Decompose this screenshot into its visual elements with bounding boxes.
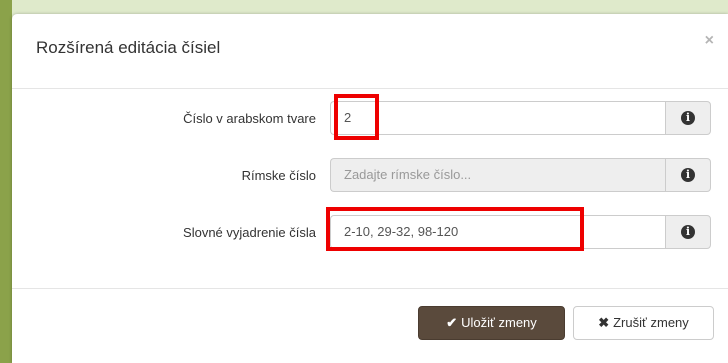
save-changes-label: Uložiť zmeny bbox=[461, 315, 537, 330]
highlight-box-arabic bbox=[334, 94, 379, 140]
word-expression-info-button[interactable]: i bbox=[665, 215, 711, 249]
arabic-number-info-button[interactable]: i bbox=[665, 101, 711, 135]
roman-number-label: Rímske číslo bbox=[241, 168, 316, 183]
window-frame-border bbox=[0, 0, 12, 363]
cross-icon: ✖ bbox=[598, 315, 610, 330]
info-icon: i bbox=[681, 111, 695, 125]
info-icon: i bbox=[681, 225, 695, 239]
page-background bbox=[12, 0, 728, 14]
cancel-changes-button[interactable]: ✖ Zrušiť zmeny bbox=[573, 306, 714, 340]
modal-footer-divider bbox=[12, 288, 728, 289]
form-row-roman-number: Rímske číslo Zadajte rímske číslo... i bbox=[12, 158, 728, 194]
info-icon: i bbox=[681, 168, 695, 182]
cancel-changes-label: Zrušiť zmeny bbox=[613, 315, 689, 330]
save-changes-button[interactable]: ✔ Uložiť zmeny bbox=[418, 306, 565, 340]
close-icon[interactable]: × bbox=[705, 32, 714, 50]
roman-number-input[interactable]: Zadajte rímske číslo... bbox=[330, 158, 665, 192]
arabic-number-label: Číslo v arabskom tvare bbox=[183, 111, 316, 126]
modal-title: Rozšírená editácia čísiel bbox=[36, 38, 221, 57]
arabic-number-input[interactable]: 2 bbox=[330, 101, 665, 135]
highlight-box-word-expression bbox=[326, 207, 584, 251]
roman-number-info-button[interactable]: i bbox=[665, 158, 711, 192]
word-expression-label: Slovné vyjadrenie čísla bbox=[183, 225, 316, 240]
modal-dialog: Rozšírená editácia čísiel × Číslo v arab… bbox=[12, 14, 728, 363]
modal-header: Rozšírená editácia čísiel × bbox=[12, 14, 728, 89]
checkmark-icon: ✔ bbox=[446, 315, 458, 330]
